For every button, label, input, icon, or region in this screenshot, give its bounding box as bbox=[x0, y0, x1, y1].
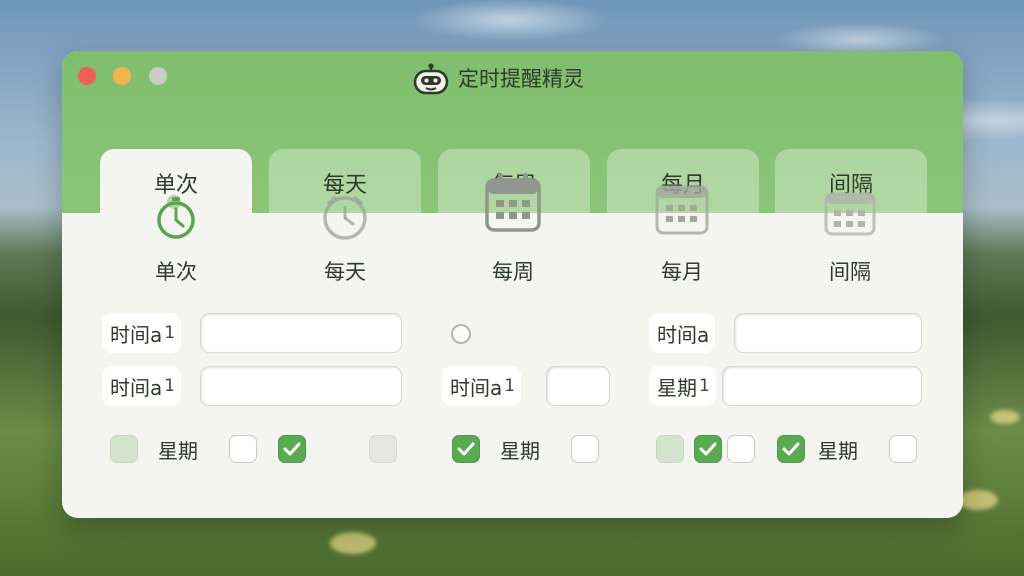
mode-label-single: 单次 bbox=[155, 260, 197, 284]
app-window: 定时提醒精灵 单次 每天 每周 每月 间隔 单次 每 bbox=[62, 51, 963, 518]
field-number: 1 bbox=[504, 376, 516, 396]
disabled-checkbox bbox=[369, 435, 397, 463]
weekday-checkbox[interactable] bbox=[777, 435, 805, 463]
weekday-checkbox[interactable] bbox=[452, 435, 480, 463]
checkmark-icon bbox=[457, 442, 475, 456]
time-field-label: 时间a bbox=[649, 313, 716, 353]
weekday-checkbox[interactable] bbox=[278, 435, 306, 463]
calendar-icon[interactable] bbox=[484, 171, 542, 233]
weekday-checkbox[interactable] bbox=[229, 435, 257, 463]
background-flower bbox=[958, 490, 998, 510]
alarm-clock-icon[interactable] bbox=[320, 191, 370, 241]
field-number: 1 bbox=[699, 376, 710, 396]
weekday-field-label: 星期 1 bbox=[649, 366, 716, 406]
weekday-input[interactable] bbox=[722, 366, 922, 406]
checkmark-icon bbox=[283, 442, 301, 456]
checkmark-icon bbox=[782, 442, 800, 456]
weekday-checkbox-label: 星期 bbox=[500, 439, 540, 463]
weekday-checkbox[interactable] bbox=[571, 435, 599, 463]
time-field-label: 时间a 1 bbox=[102, 313, 182, 353]
window-title: 定时提醒精灵 bbox=[458, 67, 584, 91]
mode-label-weekly: 每周 bbox=[492, 260, 534, 284]
mode-label-monthly: 每月 bbox=[661, 260, 703, 284]
option-radio[interactable] bbox=[451, 324, 471, 344]
stopwatch-icon[interactable] bbox=[154, 193, 198, 241]
background-flower bbox=[990, 410, 1020, 424]
mode-label-interval: 间隔 bbox=[829, 260, 871, 284]
weekday-checkbox-label: 星期 bbox=[818, 439, 858, 463]
time-field-label: 时间a 1 bbox=[442, 366, 522, 406]
field-label-text: 时间a bbox=[110, 375, 163, 400]
weekday-checkbox[interactable] bbox=[694, 435, 722, 463]
weekday-checkbox-label: 星期 bbox=[158, 439, 198, 463]
minimize-window-button[interactable] bbox=[113, 67, 131, 85]
window-title-bar: 定时提醒精灵 bbox=[412, 61, 584, 95]
field-label-text: 星期 bbox=[657, 375, 697, 400]
background-flower bbox=[330, 532, 376, 554]
time-input[interactable] bbox=[734, 313, 922, 353]
disabled-checkbox bbox=[110, 435, 138, 463]
field-label-text: 时间a bbox=[450, 375, 503, 400]
weekday-checkbox[interactable] bbox=[727, 435, 755, 463]
weekday-checkbox[interactable] bbox=[889, 435, 917, 463]
checkmark-icon bbox=[699, 442, 717, 456]
time-input[interactable] bbox=[200, 313, 402, 353]
time-field-label: 时间a 1 bbox=[102, 366, 182, 406]
field-label-text: 时间a bbox=[110, 322, 163, 347]
zoom-window-button[interactable] bbox=[149, 67, 167, 85]
time-input[interactable] bbox=[546, 366, 610, 406]
calendar-month-icon[interactable] bbox=[654, 181, 710, 235]
calendar-grid-icon[interactable] bbox=[823, 191, 877, 237]
mode-label-daily: 每天 bbox=[324, 260, 366, 284]
field-label-text: 时间a bbox=[657, 322, 710, 347]
disabled-checkbox bbox=[656, 435, 684, 463]
robot-icon bbox=[413, 63, 449, 95]
time-input[interactable] bbox=[200, 366, 402, 406]
close-window-button[interactable] bbox=[78, 67, 96, 85]
field-number: 1 bbox=[164, 376, 176, 396]
field-number: 1 bbox=[164, 323, 176, 343]
